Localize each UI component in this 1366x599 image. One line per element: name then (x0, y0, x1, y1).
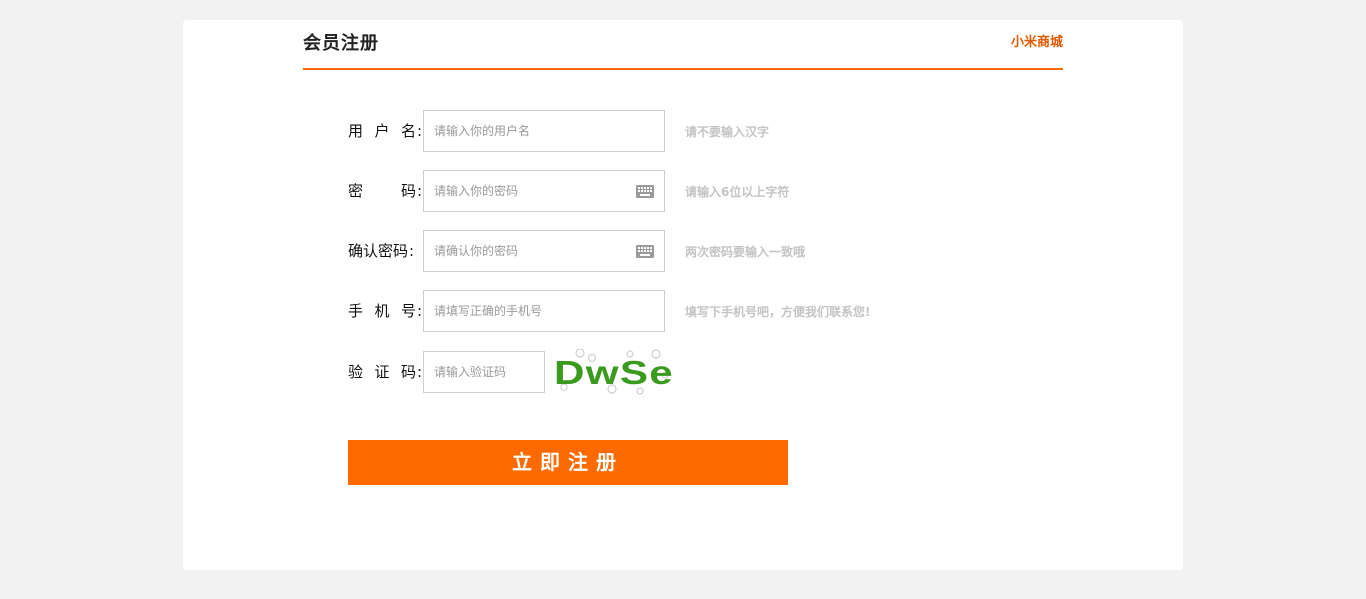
phone-label: 手机号: (348, 302, 423, 320)
keyboard-icon[interactable] (636, 185, 654, 198)
username-field-box (423, 110, 665, 152)
confirm-password-field-box (423, 230, 665, 272)
phone-field-box (423, 290, 665, 332)
captcha-text: DwSe (554, 354, 674, 391)
register-card: 会员注册 小米商城 用户名: 请不要输入汉字 密码: 请 (183, 20, 1183, 570)
captcha-input[interactable] (424, 352, 544, 392)
confirm-password-hint: 两次密码要输入一致哦 (685, 245, 806, 259)
username-input[interactable] (424, 111, 664, 151)
confirm-password-label: 确认密码: (348, 242, 415, 260)
keyboard-icon[interactable] (636, 245, 654, 258)
password-label: 密码: (348, 182, 423, 200)
captcha-image[interactable]: DwSe (552, 349, 676, 395)
captcha-label: 验证码: (348, 363, 423, 381)
password-input[interactable] (424, 171, 664, 211)
username-hint: 请不要输入汉字 (685, 125, 770, 139)
password-hint: 请输入6位以上字符 (685, 185, 790, 199)
brand-link[interactable]: 小米商城 (1011, 31, 1063, 50)
phone-hint: 填写下手机号吧，方便我们联系您! (685, 305, 871, 319)
page-header: 会员注册 小米商城 (303, 20, 1063, 70)
confirm-password-input[interactable] (424, 231, 664, 271)
captcha-field-box (423, 351, 545, 393)
username-label: 用户名: (348, 122, 423, 140)
password-field-box (423, 170, 665, 212)
phone-input[interactable] (424, 291, 664, 331)
page-title: 会员注册 (303, 33, 379, 54)
register-submit-button[interactable]: 立即注册 (348, 440, 788, 485)
